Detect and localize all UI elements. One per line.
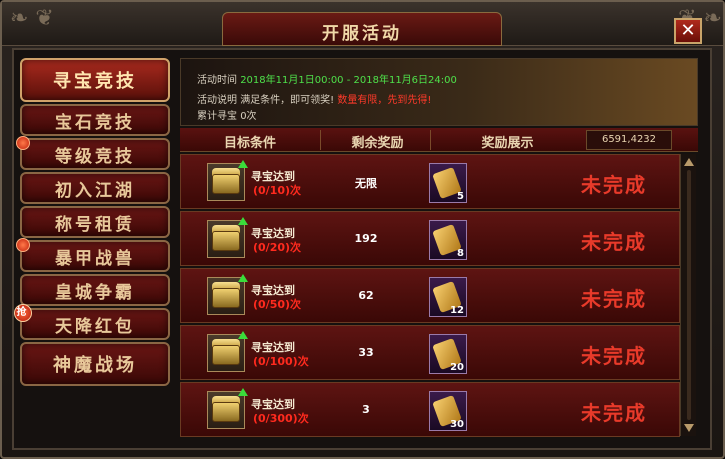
header-remaining: 剩余奖励 xyxy=(351,136,404,151)
remaining-count: 无限 xyxy=(355,177,377,190)
sidebar-item-red-packet[interactable]: 抢 天降红包 xyxy=(14,304,170,340)
scroll-down-icon[interactable] xyxy=(684,424,694,432)
header-divider xyxy=(430,130,431,150)
activity-desc-warning: 数量有限，先到先得! xyxy=(337,95,432,106)
status-label: 未完成 xyxy=(581,230,647,254)
reward-count: 5 xyxy=(457,191,464,202)
sidebar-item-label: 宝石竞技 xyxy=(55,112,135,133)
remaining-count: 33 xyxy=(358,346,374,359)
reward-count: 12 xyxy=(450,305,464,316)
condition-progress: (0/300)次 xyxy=(253,412,309,425)
status-label: 未完成 xyxy=(581,344,647,368)
title-plate: 开服活动 xyxy=(222,12,502,46)
activity-time-label: 活动时间 xyxy=(197,75,237,86)
treasure-chest-icon xyxy=(207,331,248,372)
treasure-chest-icon xyxy=(207,160,248,201)
table-row: 寻宝达到 (0/20)次 192 8 未完成 xyxy=(180,211,680,266)
activity-desc-text: 满足条件，即可领奖! xyxy=(240,95,335,106)
sidebar-item-label: 寻宝竞技 xyxy=(53,71,137,92)
status-label: 未完成 xyxy=(581,173,647,197)
sidebar-item-label: 神魔战场 xyxy=(53,355,137,376)
sidebar-item-label: 等级竞技 xyxy=(55,146,135,167)
condition-progress: (0/50)次 xyxy=(253,298,302,311)
activity-total-line: 累计寻宝 0次 xyxy=(197,107,257,122)
sidebar-item-label: 天降红包 xyxy=(55,316,135,337)
sidebar-item-war-beast[interactable]: 暴甲战兽 xyxy=(16,238,170,272)
status-label: 未完成 xyxy=(581,287,647,311)
notification-dot-icon xyxy=(16,238,30,252)
status-label: 未完成 xyxy=(581,401,647,425)
reward-scroll-icon[interactable]: 5 xyxy=(429,163,467,203)
treasure-chest-icon xyxy=(207,274,248,315)
sidebar-item-title-rental[interactable]: 称号租赁 xyxy=(20,206,170,238)
header-divider xyxy=(320,130,321,150)
sidebar-item-label: 称号租赁 xyxy=(55,214,135,235)
scroll-up-icon[interactable] xyxy=(684,158,694,166)
window-title: 开服活动 xyxy=(322,24,402,44)
sidebar-item-treasure-hunt[interactable]: 寻宝竞技 xyxy=(20,58,170,102)
sidebar-item-label: 暴甲战兽 xyxy=(55,248,135,269)
condition-progress: (0/10)次 xyxy=(253,184,302,197)
table-header: 目标条件 剩余奖励 奖励展示 6591,4232 xyxy=(180,128,698,152)
reward-list: 寻宝达到 (0/10)次 无限 5 未完成 寻宝达到 (0/20)次 192 8… xyxy=(180,154,680,439)
right-ornament-icon: ❦ ❧ xyxy=(678,6,722,31)
reward-scroll-icon[interactable]: 30 xyxy=(429,391,467,431)
condition-progress: (0/100)次 xyxy=(253,355,309,368)
reward-count: 8 xyxy=(457,248,464,259)
sidebar-item-battlefield[interactable]: 神魔战场 xyxy=(20,342,170,386)
table-row: 寻宝达到 (0/300)次 3 30 未完成 xyxy=(180,382,680,437)
sidebar-item-newbie[interactable]: 初入江湖 xyxy=(20,172,170,204)
reward-scroll-icon[interactable]: 20 xyxy=(429,334,467,374)
activity-time-line: 活动时间 2018年11月1日00:00 - 2018年11月6日24:00 xyxy=(197,71,457,86)
treasure-chest-icon xyxy=(207,388,248,429)
notification-dot-icon xyxy=(16,136,30,150)
condition-progress: (0/20)次 xyxy=(253,241,302,254)
reward-count: 30 xyxy=(450,419,464,430)
table-row: 寻宝达到 (0/100)次 33 20 未完成 xyxy=(180,325,680,380)
table-row: 寻宝达到 (0/50)次 62 12 未完成 xyxy=(180,268,680,323)
sidebar-item-label: 皇城争霸 xyxy=(55,282,135,303)
list-scrollbar[interactable] xyxy=(680,154,696,436)
sidebar-item-city-siege[interactable]: 皇城争霸 xyxy=(20,274,170,306)
remaining-count: 62 xyxy=(358,289,374,302)
remaining-count: 192 xyxy=(354,232,378,245)
total-hunt-label: 累计寻宝 xyxy=(197,111,237,122)
reward-scroll-icon[interactable]: 12 xyxy=(429,277,467,317)
scroll-track[interactable] xyxy=(687,170,691,420)
activity-info-banner: 活动时间 2018年11月1日00:00 - 2018年11月6日24:00 活… xyxy=(180,58,698,126)
coordinate-readout: 6591,4232 xyxy=(586,130,672,150)
sidebar-item-gem[interactable]: 宝石竞技 xyxy=(20,104,170,136)
left-ornament-icon: ❧ ❦ xyxy=(10,6,54,31)
activity-sidebar: 寻宝竞技 宝石竞技 等级竞技 初入江湖 称号租赁 暴甲战兽 皇城争霸 抢 天降红… xyxy=(14,58,170,388)
table-row: 寻宝达到 (0/10)次 无限 5 未完成 xyxy=(180,154,680,209)
title-bar: ❧ ❦ ❦ ❧ 开服活动 ✕ xyxy=(2,2,723,46)
sidebar-item-label: 初入江湖 xyxy=(55,180,135,201)
reward-scroll-icon[interactable]: 8 xyxy=(429,220,467,260)
reward-count: 20 xyxy=(450,362,464,373)
total-hunt-value: 0次 xyxy=(240,111,257,122)
close-button[interactable]: ✕ xyxy=(674,18,702,44)
treasure-chest-icon xyxy=(207,217,248,258)
header-condition: 目标条件 xyxy=(223,136,276,151)
close-icon: ✕ xyxy=(680,20,696,41)
header-display: 奖励展示 xyxy=(481,136,534,151)
activity-time-value: 2018年11月1日00:00 - 2018年11月6日24:00 xyxy=(240,75,457,86)
remaining-count: 3 xyxy=(362,403,370,416)
activity-desc-label: 活动说明 xyxy=(197,95,237,106)
grab-badge-icon: 抢 xyxy=(14,304,32,322)
sidebar-item-level[interactable]: 等级竞技 xyxy=(16,136,170,170)
activity-desc-line: 活动说明 满足条件，即可领奖! 数量有限，先到先得! xyxy=(197,91,431,106)
